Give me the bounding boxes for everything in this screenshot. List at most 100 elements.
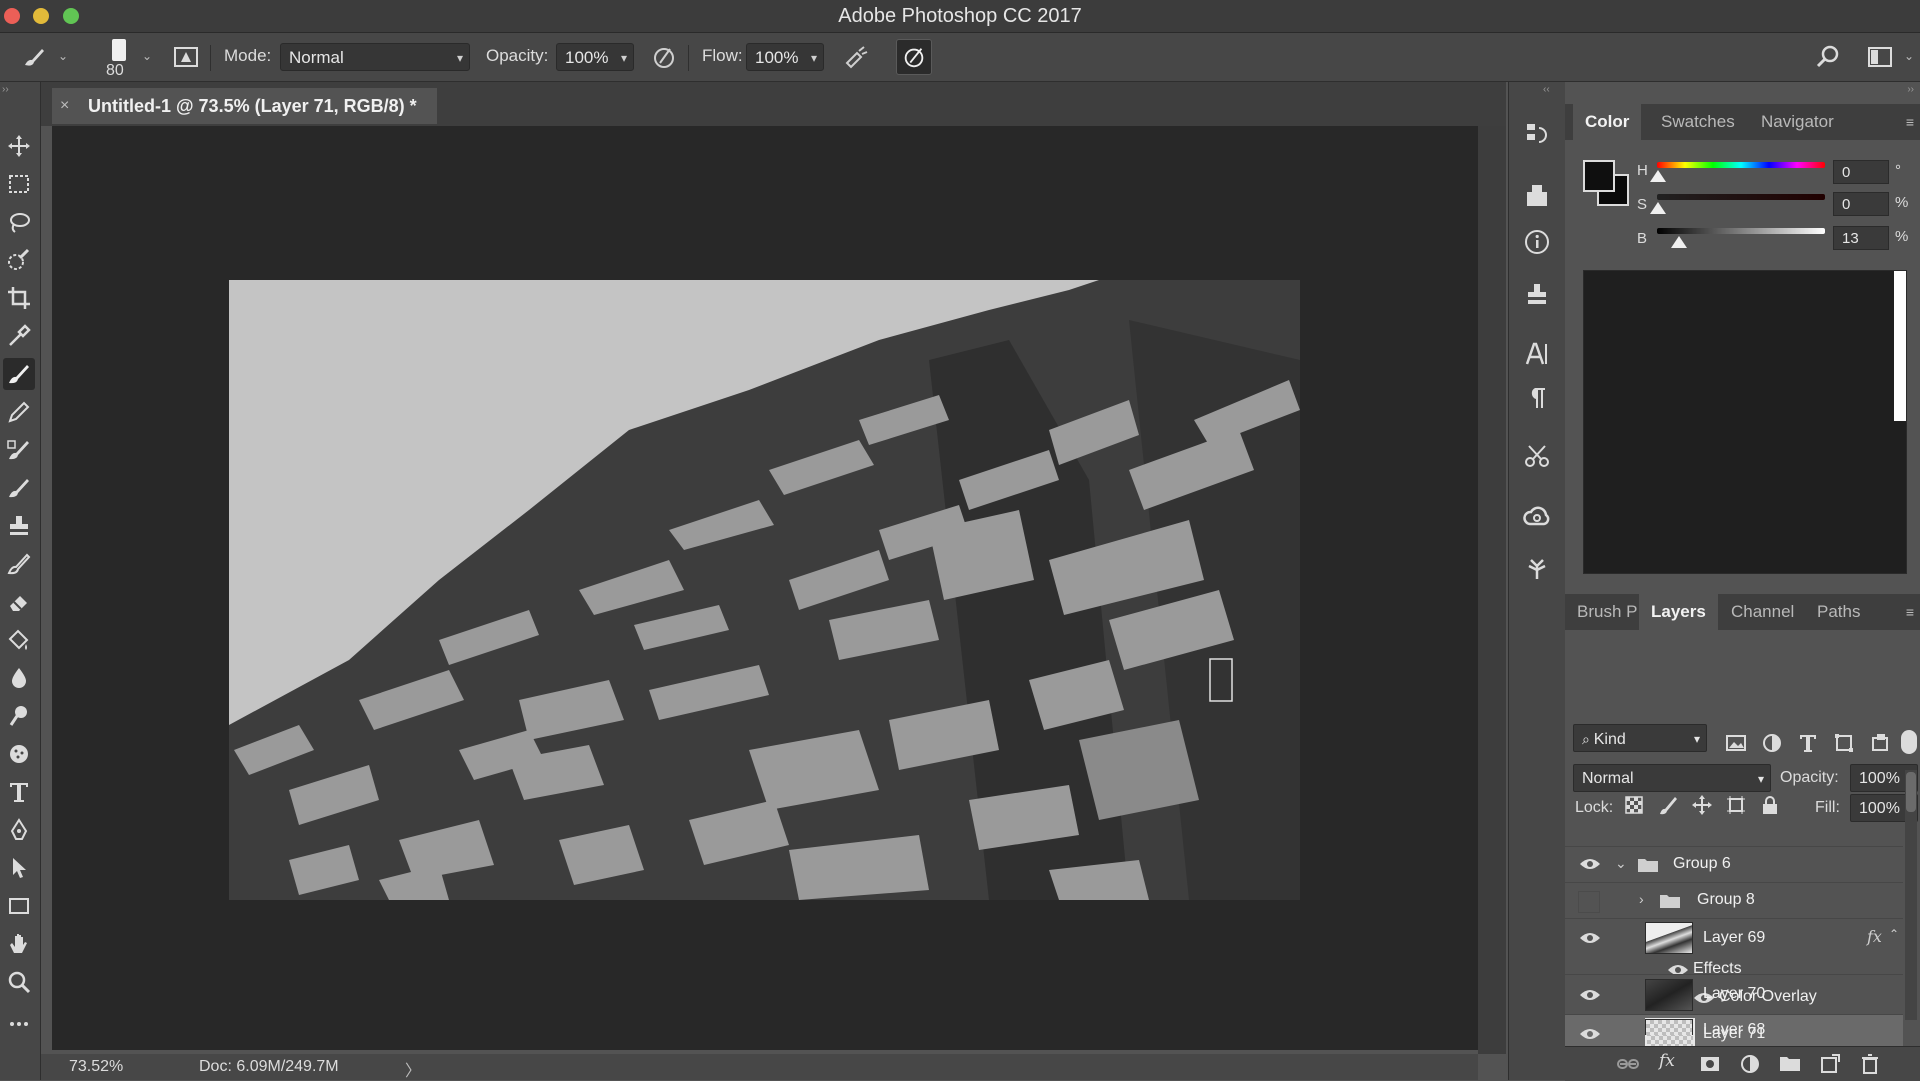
- delete-layer-trash-icon[interactable]: [1859, 1053, 1881, 1075]
- type-layer-filter-icon[interactable]: [1797, 732, 1819, 754]
- hue-field[interactable]: 0: [1833, 160, 1889, 184]
- airbrush-icon[interactable]: [842, 43, 870, 71]
- search-icon[interactable]: [1814, 43, 1842, 71]
- visibility-eye-icon[interactable]: [1579, 987, 1601, 1003]
- move-tool[interactable]: [3, 130, 35, 162]
- visibility-eye-icon[interactable]: [1579, 856, 1601, 872]
- pen-tool[interactable]: [3, 814, 35, 846]
- tab-layers[interactable]: Layers: [1639, 594, 1718, 630]
- status-menu-arrow-icon[interactable]: 〉: [405, 1057, 421, 1081]
- history-brush-tool[interactable]: [3, 472, 35, 504]
- document-tab[interactable]: × Untitled-1 @ 73.5% (Layer 71, RGB/8) *: [52, 88, 437, 124]
- paragraph-panel-button[interactable]: [1521, 382, 1553, 414]
- brightness-field[interactable]: 13: [1833, 226, 1889, 250]
- hue-slider[interactable]: [1657, 162, 1825, 168]
- shape-layer-filter-icon[interactable]: [1833, 732, 1855, 754]
- document-canvas-artwork[interactable]: [229, 280, 1300, 900]
- lock-transparent-pixels-icon[interactable]: [1623, 794, 1645, 816]
- pressure-opacity-icon[interactable]: [650, 43, 678, 71]
- creative-cloud-button[interactable]: [1521, 502, 1553, 534]
- mode-dropdown[interactable]: Normal ▾: [280, 43, 470, 71]
- history-panel-button[interactable]: [1521, 118, 1553, 150]
- close-tab-icon[interactable]: ×: [60, 88, 69, 124]
- workspace-chevron-icon[interactable]: ⌄: [1904, 49, 1914, 63]
- clone-stamp-tool[interactable]: [3, 510, 35, 542]
- quick-selection-tool[interactable]: [3, 244, 35, 276]
- brush-preset-picker[interactable]: 80: [104, 35, 134, 81]
- rectangle-tool[interactable]: [3, 890, 35, 922]
- info-panel-button[interactable]: [1521, 226, 1553, 258]
- layers-scrollbar-thumb[interactable]: [1906, 772, 1916, 812]
- chevron-down-icon[interactable]: ⌄: [1615, 855, 1627, 872]
- crop-tool[interactable]: [3, 282, 35, 314]
- opacity-field[interactable]: 100% ▾: [556, 43, 634, 71]
- smudge-brush-tool[interactable]: [3, 548, 35, 580]
- adjustment-layer-filter-icon[interactable]: [1761, 732, 1783, 754]
- brush-tool-preset-icon[interactable]: [20, 43, 48, 71]
- dodge-tool[interactable]: [3, 700, 35, 732]
- path-selection-tool[interactable]: [3, 852, 35, 884]
- clone-source-panel-button[interactable]: [1521, 278, 1553, 310]
- new-group-folder-icon[interactable]: [1779, 1053, 1801, 1075]
- flow-field[interactable]: 100% ▾: [746, 43, 824, 71]
- tab-brush-presets[interactable]: Brush P: [1565, 594, 1649, 630]
- collapse-effects-chevron-icon[interactable]: ⌃: [1889, 927, 1899, 941]
- new-adjustment-layer-icon[interactable]: [1739, 1053, 1761, 1075]
- brightness-slider-thumb[interactable]: [1671, 236, 1687, 248]
- fx-badge[interactable]: fx: [1867, 927, 1882, 946]
- sponge-tool[interactable]: [3, 738, 35, 770]
- link-layers-icon[interactable]: [1617, 1053, 1639, 1075]
- document-vertical-scrollbar[interactable]: [1478, 126, 1506, 1054]
- lock-all-icon[interactable]: [1759, 794, 1781, 816]
- layer-row-layer-68[interactable]: Layer 68: [1565, 1014, 1903, 1035]
- mixer-brush-tool[interactable]: [3, 434, 35, 466]
- lock-position-icon[interactable]: [1691, 794, 1713, 816]
- brush-picker-chevron-icon[interactable]: ⌄: [142, 49, 152, 63]
- layer-row-group-6[interactable]: ⌄ Group 6: [1565, 846, 1903, 883]
- tab-paths[interactable]: Paths: [1805, 594, 1872, 630]
- smart-object-filter-icon[interactable]: [1869, 732, 1891, 754]
- type-tool[interactable]: [3, 776, 35, 808]
- eyedropper-tool[interactable]: [3, 320, 35, 352]
- layers-panel-menu-icon[interactable]: ≡: [1906, 604, 1914, 620]
- layer-filter-kind-dropdown[interactable]: ⌕ Kind ▾: [1573, 724, 1707, 752]
- lock-artboard-icon[interactable]: [1725, 794, 1747, 816]
- dock-collapse-icon[interactable]: ‹‹: [1543, 84, 1550, 95]
- canvas-workspace[interactable]: [52, 126, 1478, 1050]
- paint-bucket-tool[interactable]: [3, 624, 35, 656]
- zoom-level-field[interactable]: 73.52%: [69, 1058, 123, 1076]
- pixel-layer-filter-icon[interactable]: [1725, 732, 1747, 754]
- visibility-eye-icon[interactable]: [1579, 930, 1601, 946]
- tab-channels[interactable]: Channel: [1719, 594, 1806, 630]
- foreground-background-swatches[interactable]: [1583, 160, 1629, 206]
- tab-navigator[interactable]: Navigator: [1749, 104, 1846, 140]
- zoom-tool[interactable]: [3, 966, 35, 998]
- hand-tool[interactable]: [3, 928, 35, 960]
- saturation-field[interactable]: 0: [1833, 192, 1889, 216]
- edit-toolbar-button[interactable]: [3, 1008, 35, 1040]
- blend-mode-dropdown[interactable]: Normal ▾: [1573, 764, 1771, 792]
- layers-scrollbar[interactable]: [1905, 770, 1917, 1020]
- layer-row-group-8[interactable]: › Group 8: [1565, 882, 1903, 919]
- panels-collapse-icon[interactable]: ››: [1907, 84, 1914, 95]
- marquee-tool[interactable]: [3, 168, 35, 200]
- add-layer-style-icon[interactable]: fx: [1659, 1051, 1675, 1071]
- pencil-tool[interactable]: [3, 396, 35, 428]
- toolbar-expand-icon[interactable]: ››: [2, 84, 9, 95]
- filter-toggle-switch[interactable]: [1901, 730, 1917, 754]
- character-panel-button[interactable]: [1521, 338, 1553, 370]
- blur-tool[interactable]: [3, 662, 35, 694]
- visibility-toggle-off[interactable]: [1578, 891, 1600, 913]
- eraser-tool[interactable]: [3, 586, 35, 618]
- saturation-slider-thumb[interactable]: [1650, 202, 1666, 214]
- pressure-size-button[interactable]: [896, 39, 932, 75]
- layer-row-layer-69[interactable]: Layer 69 fx ⌃: [1565, 918, 1903, 957]
- lasso-tool[interactable]: [3, 206, 35, 238]
- new-layer-icon[interactable]: [1819, 1053, 1841, 1075]
- brightness-slider[interactable]: [1657, 228, 1825, 234]
- brush-panel-toggle-icon[interactable]: [172, 43, 200, 71]
- chevron-right-icon[interactable]: ›: [1639, 891, 1644, 907]
- workspace-switcher-icon[interactable]: [1866, 43, 1894, 71]
- libraries-panel-button[interactable]: [1521, 180, 1553, 212]
- tab-color[interactable]: Color: [1573, 104, 1642, 140]
